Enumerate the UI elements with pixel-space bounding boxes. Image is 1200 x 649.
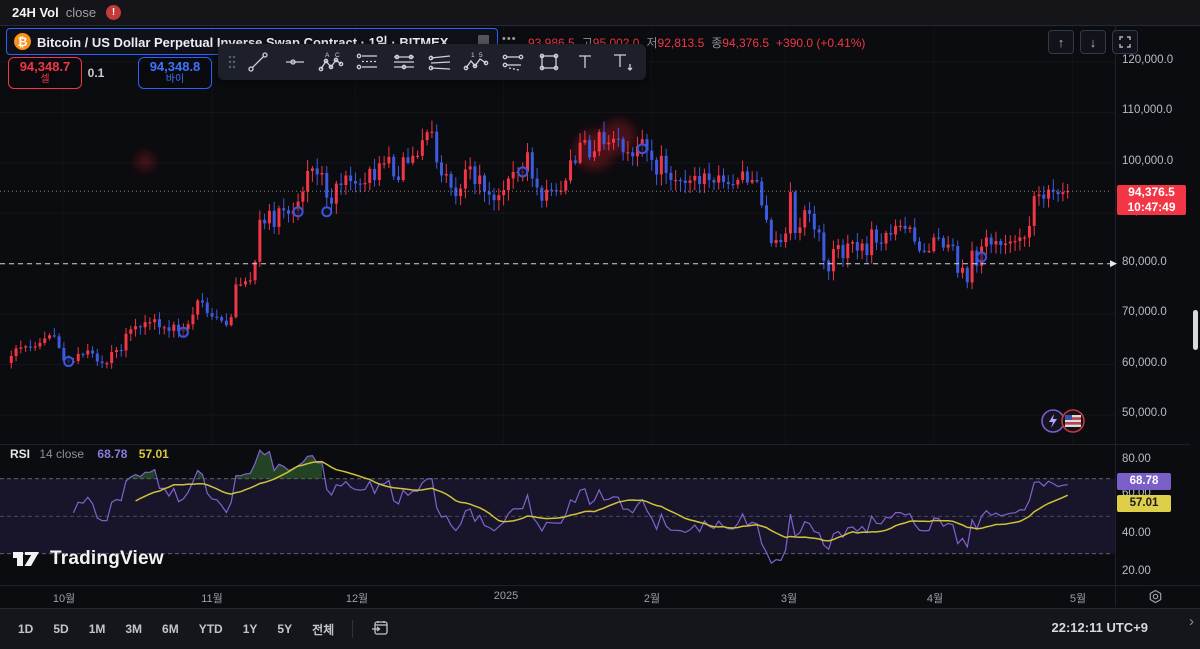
scroll-down-button[interactable]: ↓ xyxy=(1080,30,1106,54)
price-range-icon[interactable] xyxy=(495,47,531,77)
rsi-params: 14 close xyxy=(39,447,84,461)
rectangle-icon[interactable] xyxy=(531,47,567,77)
rsi-ma-label: 57.01 xyxy=(1117,495,1171,512)
xabcd-pattern-icon[interactable]: AC xyxy=(313,47,349,77)
buy-label: 바이 xyxy=(139,74,211,85)
bottom-toolbar: 1D 5D 1M 3M 6M YTD 1Y 5Y 전체 xyxy=(0,608,1200,649)
close-label: 종 xyxy=(711,36,722,50)
change-value: +390.0 (+0.41%) xyxy=(776,36,865,50)
bitcoin-icon: ₿ xyxy=(14,33,31,50)
alert-badge[interactable]: ! xyxy=(106,5,121,20)
tradingview-logo[interactable]: TradingView xyxy=(12,548,164,570)
time-tick: 4월 xyxy=(927,590,943,606)
sell-label: 셀 xyxy=(9,74,81,85)
last-price-label: 94,376.5 10:47:49 xyxy=(1117,185,1186,215)
tradingview-mark-icon xyxy=(12,549,42,569)
svg-text:5: 5 xyxy=(479,52,483,59)
rsi-ma-value: 57.01 xyxy=(139,447,169,461)
range-5y[interactable]: 5Y xyxy=(267,616,302,642)
range-1d[interactable]: 1D xyxy=(8,616,43,642)
vol-subtitle: close xyxy=(66,5,96,20)
price-tick: 70,000.0 xyxy=(1122,306,1167,318)
rsi-value: 68.78 xyxy=(97,447,127,461)
price-line-arrow-icon: ▶ xyxy=(1110,258,1117,269)
range-6m[interactable]: 6M xyxy=(152,616,189,642)
drawing-toolbar: AC 15 xyxy=(218,44,646,80)
time-axis-divider xyxy=(0,585,1200,586)
svg-text:1: 1 xyxy=(471,52,475,59)
time-tick: 10월 xyxy=(53,590,75,606)
header-nav-buttons: ↑ ↓ xyxy=(1048,30,1138,54)
buy-button[interactable]: 94,348.8 바이 xyxy=(138,57,212,89)
price-tick: 100,000.0 xyxy=(1122,155,1173,167)
horizontal-ray-icon[interactable] xyxy=(276,47,312,77)
time-tick: 3월 xyxy=(781,590,797,606)
candle-countdown: 10:47:49 xyxy=(1117,200,1186,215)
tradingview-chart-window: 24H Vol close ! ₿ Bitcoin / US Dollar Pe… xyxy=(0,0,1200,649)
scroll-up-button[interactable]: ↑ xyxy=(1048,30,1074,54)
price-tick: 80,000.0 xyxy=(1122,256,1167,268)
trend-line-icon[interactable] xyxy=(240,47,276,77)
last-price-value: 94,376.5 xyxy=(1117,185,1186,200)
time-tick: 12월 xyxy=(346,590,368,606)
price-tick: 120,000.0 xyxy=(1122,54,1173,66)
settings-icon[interactable] xyxy=(1148,589,1163,609)
time-tick: 5월 xyxy=(1070,590,1086,606)
rsi-tick: 20.00 xyxy=(1122,565,1151,577)
range-ytd[interactable]: YTD xyxy=(189,616,233,642)
spread-value: 0.1 xyxy=(82,66,110,80)
low-label: 저 xyxy=(646,36,657,50)
rsi-legend[interactable]: RSI 14 close 68.78 57.01 xyxy=(10,447,169,461)
anchored-text-icon[interactable] xyxy=(604,47,640,77)
rsi-chart[interactable] xyxy=(0,445,1190,585)
go-to-date-icon[interactable] xyxy=(361,614,399,645)
parallel-channel-icon[interactable] xyxy=(385,47,421,77)
rsi-tick: 40.00 xyxy=(1122,527,1151,539)
rsi-title: RSI xyxy=(10,447,30,461)
clock-utc[interactable]: 22:12:11 UTC+9 xyxy=(1052,620,1148,635)
close-value: 94,376.5 xyxy=(722,36,769,50)
fib-retracement-icon[interactable] xyxy=(349,47,385,77)
fullscreen-button[interactable] xyxy=(1112,30,1138,54)
range-5d[interactable]: 5D xyxy=(43,616,78,642)
top-strip: 24H Vol close ! xyxy=(0,0,1200,26)
range-3m[interactable]: 3M xyxy=(115,616,152,642)
price-tick: 60,000.0 xyxy=(1122,357,1167,369)
low-value: 92,813.5 xyxy=(658,36,705,50)
us-flag-badge-icon[interactable] xyxy=(1060,408,1086,434)
toolbar-drag-handle[interactable] xyxy=(224,47,240,77)
rsi-tick: 80.00 xyxy=(1122,453,1151,465)
text-icon[interactable] xyxy=(567,47,603,77)
toolbar-divider xyxy=(352,620,353,638)
svg-text:A: A xyxy=(325,52,330,59)
price-tick: 110,000.0 xyxy=(1122,104,1172,116)
sell-button[interactable]: 94,348.7 셀 xyxy=(8,57,82,89)
range-all[interactable]: 전체 xyxy=(302,615,344,644)
broker-badges xyxy=(1040,408,1086,434)
time-tick: 11월 xyxy=(201,590,223,606)
vol-title: 24H Vol xyxy=(12,5,59,20)
price-tick: 50,000.0 xyxy=(1122,407,1167,419)
tradingview-wordmark: TradingView xyxy=(50,548,164,570)
time-tick: 2월 xyxy=(644,590,660,606)
range-1m[interactable]: 1M xyxy=(79,616,116,642)
expand-panel-chevron[interactable]: › xyxy=(1189,613,1194,630)
rsi-value-label: 68.78 xyxy=(1117,473,1171,490)
time-tick: 2025 xyxy=(494,590,518,602)
order-panel: 94,348.7 셀 0.1 94,348.8 바이 xyxy=(8,57,212,89)
sell-price: 94,348.7 xyxy=(9,60,81,74)
buy-price: 94,348.8 xyxy=(139,60,211,74)
axis-scrollbar[interactable] xyxy=(1193,310,1198,350)
pitchfork-icon[interactable] xyxy=(422,47,458,77)
range-1y[interactable]: 1Y xyxy=(233,616,268,642)
elliott-wave-icon[interactable]: 15 xyxy=(458,47,494,77)
